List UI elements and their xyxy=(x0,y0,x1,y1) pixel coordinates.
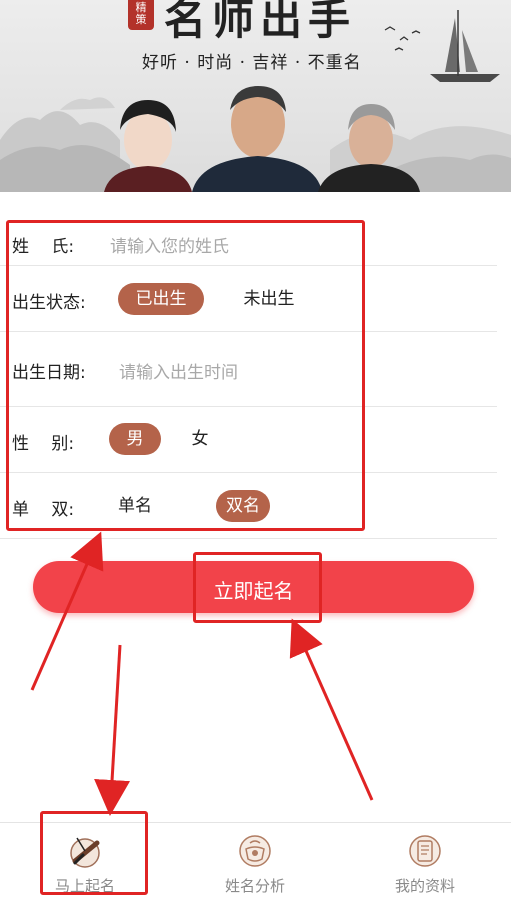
tab-my-profile[interactable]: 我的资料 xyxy=(340,823,510,898)
tab-name-analysis[interactable]: 姓名分析 xyxy=(170,823,340,898)
tab-my-profile-label: 我的资料 xyxy=(394,877,455,895)
annotation-box-form xyxy=(6,220,365,531)
hero-banner: 精策 名师出手 好听 · 时尚 · 吉祥 · 不重名 xyxy=(0,0,511,192)
scroll-icon xyxy=(409,835,441,867)
tea-icon xyxy=(239,835,271,867)
arrow-to-tab xyxy=(94,644,131,816)
banner-subtitle: 好听 · 时尚 · 吉祥 · 不重名 xyxy=(142,53,362,73)
annotation-box-cta xyxy=(193,552,322,623)
logo-seal: 精策 xyxy=(128,0,154,30)
banner-title: 名师出手 xyxy=(164,0,357,44)
arrow-to-cta xyxy=(289,618,374,801)
annotation-box-tab xyxy=(40,811,148,895)
tab-name-analysis-label: 姓名分析 xyxy=(224,877,285,895)
